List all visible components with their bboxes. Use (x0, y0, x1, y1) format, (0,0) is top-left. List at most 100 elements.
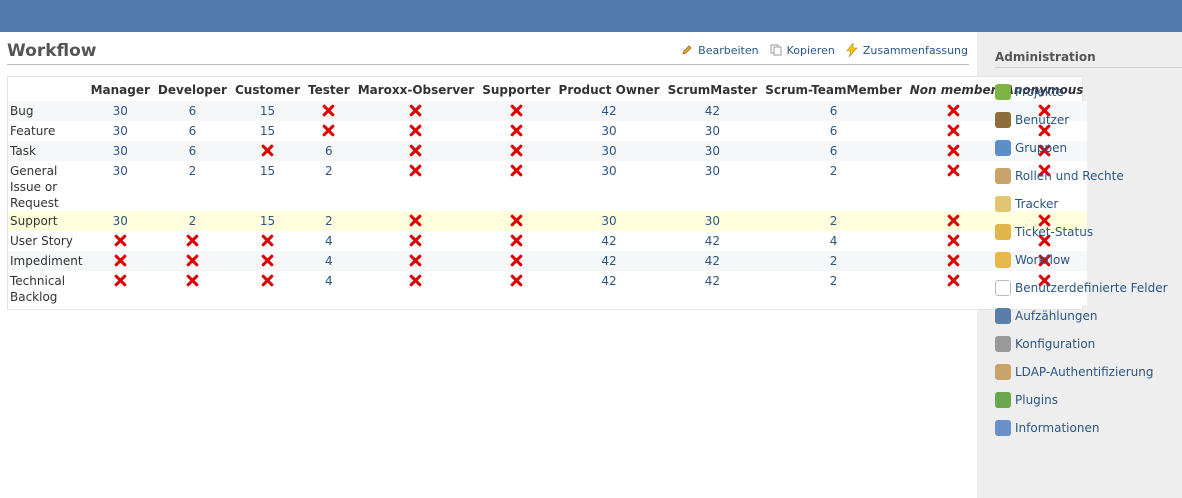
sidebar-item-label: Ticket-Status (1015, 225, 1094, 239)
no-transitions-cell (304, 121, 354, 141)
transition-count-link[interactable]: 30 (663, 211, 762, 231)
transition-count-link[interactable]: 2 (761, 161, 906, 211)
transition-count-link[interactable]: 30 (554, 211, 664, 231)
transition-count-link[interactable]: 6 (153, 121, 231, 141)
no-transitions-cell (478, 101, 555, 121)
transition-count-link[interactable]: 2 (153, 161, 231, 211)
no-transitions-cell (353, 161, 479, 211)
transition-count-link[interactable]: 2 (304, 211, 354, 231)
transition-count-link[interactable]: 42 (554, 251, 664, 271)
sidebar-item-label: Informationen (1015, 421, 1100, 435)
column-header: Maroxx-Observer (357, 83, 475, 97)
transition-count-link[interactable]: 4 (304, 231, 354, 251)
transition-count-link[interactable]: 4 (304, 251, 354, 271)
no-transitions-cell (905, 141, 1001, 161)
summary-link[interactable]: Zusammenfassung (845, 43, 968, 57)
transition-count-link[interactable]: 15 (230, 101, 305, 121)
cross-icon (186, 254, 199, 267)
no-transitions-cell (86, 231, 154, 251)
transition-count-link[interactable]: 30 (86, 161, 154, 211)
no-transitions-cell (230, 231, 305, 251)
transition-count-link[interactable]: 6 (761, 141, 906, 161)
transition-count-link[interactable]: 42 (663, 251, 762, 271)
no-transitions-cell (478, 251, 555, 271)
cross-icon (322, 104, 335, 117)
column-header: Tester (308, 83, 350, 97)
sidebar-divider (995, 67, 1182, 68)
sidebar-item-benutzer[interactable]: Benutzer (995, 106, 1168, 134)
sidebar-item-aufz-hlungen[interactable]: Aufzählungen (995, 302, 1168, 330)
transition-count-link[interactable]: 30 (86, 101, 154, 121)
no-transitions-cell (353, 231, 479, 251)
sidebar-item-label: Gruppen (1015, 141, 1068, 155)
table-row: Technical Backlog 4 42 42 2 (8, 271, 1088, 305)
sidebar-item-ldap-authentifizierung[interactable]: LDAP-Authentifizierung (995, 358, 1168, 386)
transition-count-link[interactable]: 30 (663, 121, 762, 141)
cross-icon (947, 164, 960, 177)
transition-count-link[interactable]: 15 (230, 121, 305, 141)
transition-count-link[interactable]: 2 (761, 251, 906, 271)
edit-link[interactable]: Bearbeiten (680, 43, 759, 57)
transition-count-link[interactable]: 2 (761, 211, 906, 231)
cross-icon (114, 254, 127, 267)
sidebar-item-gruppen[interactable]: Gruppen (995, 134, 1168, 162)
transition-count-link[interactable]: 30 (663, 161, 762, 211)
no-transitions-cell (86, 251, 154, 271)
column-header: Non member (909, 83, 997, 97)
no-transitions-cell (153, 271, 231, 305)
transition-count-link[interactable]: 42 (554, 231, 664, 251)
transition-count-link[interactable]: 42 (663, 271, 762, 305)
lightning-icon (845, 43, 859, 57)
cross-icon (947, 104, 960, 117)
transition-count-link[interactable]: 30 (663, 141, 762, 161)
sidebar-item-informationen[interactable]: Informationen (995, 414, 1168, 442)
sidebar-item-label: Plugins (1015, 393, 1058, 407)
tracker-name: Task (8, 141, 87, 161)
transition-count-link[interactable]: 4 (761, 231, 906, 251)
copy-icon (769, 43, 783, 57)
sidebar-item-tracker[interactable]: Tracker (995, 190, 1168, 218)
transition-count-link[interactable]: 30 (554, 161, 664, 211)
transition-count-link[interactable]: 4 (304, 271, 354, 305)
transition-count-link[interactable]: 15 (230, 211, 305, 231)
sidebar-item-projekte[interactable]: Projekte (995, 78, 1168, 106)
transition-count-link[interactable]: 2 (761, 271, 906, 305)
cross-icon (510, 164, 523, 177)
transition-count-link[interactable]: 6 (304, 141, 354, 161)
transition-count-link[interactable]: 42 (554, 101, 664, 121)
transition-count-link[interactable]: 30 (86, 211, 154, 231)
no-transitions-cell (905, 251, 1001, 271)
transition-count-link[interactable]: 30 (554, 121, 664, 141)
table-row: Support 30 2 15 2 30 30 2 (8, 211, 1088, 231)
cross-icon (510, 214, 523, 227)
sidebar-item-plugins[interactable]: Plugins (995, 386, 1168, 414)
sidebar-item-benutzerdefinierte-felder[interactable]: Benutzerdefinierte Felder (995, 274, 1168, 302)
transition-count-link[interactable]: 30 (86, 141, 154, 161)
no-transitions-cell (478, 141, 555, 161)
transition-count-link[interactable]: 42 (663, 231, 762, 251)
transition-count-link[interactable]: 6 (153, 141, 231, 161)
transition-count-link[interactable]: 6 (761, 101, 906, 121)
table-row: Task 30 6 6 30 30 6 (8, 141, 1088, 161)
sidebar-item-konfiguration[interactable]: Konfiguration (995, 330, 1168, 358)
workflow-summary-table: Manager Developer Customer Tester Maroxx-Obs… (8, 79, 1088, 305)
transition-count-link[interactable]: 30 (86, 121, 154, 141)
transition-count-link[interactable]: 2 (304, 161, 354, 211)
sidebar-item-workflow[interactable]: Workflow (995, 246, 1168, 274)
cross-icon (510, 124, 523, 137)
table-row: User Story 4 42 42 4 (8, 231, 1088, 251)
sidebar-item-ticket-status[interactable]: Ticket-Status (995, 218, 1168, 246)
transition-count-link[interactable]: 6 (761, 121, 906, 141)
transition-count-link[interactable]: 42 (663, 101, 762, 121)
copy-link[interactable]: Kopieren (769, 43, 835, 57)
transition-count-link[interactable]: 6 (153, 101, 231, 121)
sidebar-item-rollen-und-rechte[interactable]: Rollen und Rechte (995, 162, 1168, 190)
info-icon (995, 420, 1011, 436)
transition-count-link[interactable]: 42 (554, 271, 664, 305)
sidebar-item-label: Rollen und Rechte (1015, 169, 1124, 183)
transition-count-link[interactable]: 2 (153, 211, 231, 231)
transition-count-link[interactable]: 30 (554, 141, 664, 161)
transition-count-link[interactable]: 15 (230, 161, 305, 211)
no-transitions-cell (478, 231, 555, 251)
no-transitions-cell (304, 101, 354, 121)
